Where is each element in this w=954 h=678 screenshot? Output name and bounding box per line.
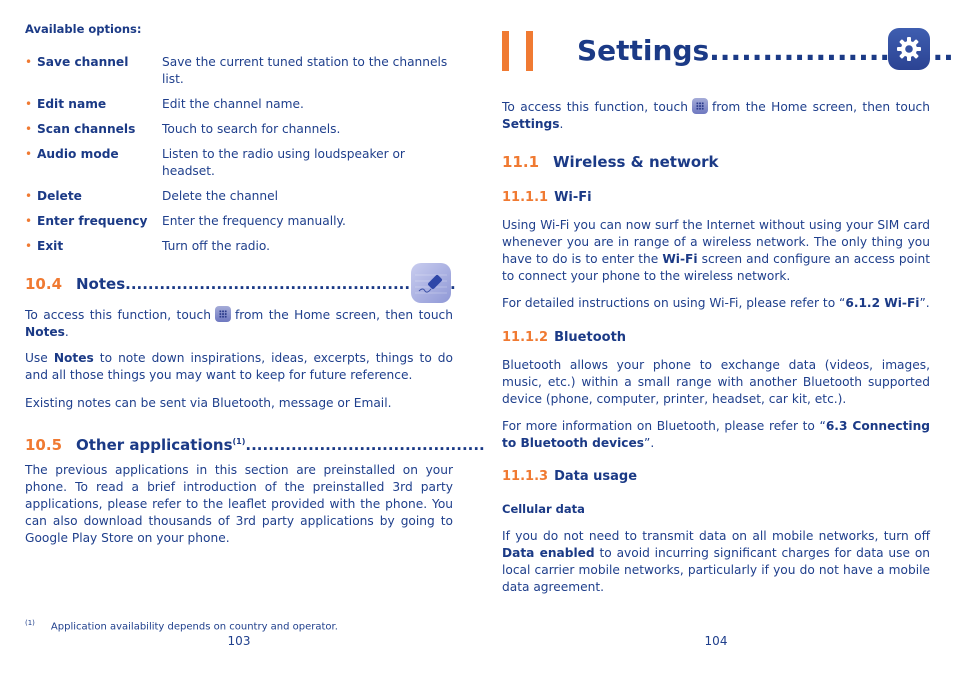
option-name: Exit (37, 239, 64, 253)
section-title: Other applications (76, 436, 233, 454)
subsection-title: Wi-Fi (554, 190, 592, 205)
subsection-number: 11.1.1 (502, 190, 549, 205)
subsection-heading-wifi: 11.1.1 Wi-Fi (502, 189, 592, 206)
notes-access-paragraph: To access this function, touch from the H… (25, 306, 453, 339)
text: ”. (919, 296, 930, 310)
option-name: Scan channels (37, 122, 136, 136)
wifi-reference-paragraph: For detailed instructions on using Wi-Fi… (502, 295, 930, 312)
option-desc: Turn off the radio. (162, 239, 271, 253)
subsection-heading-bluetooth: 11.1.2 Bluetooth (502, 329, 626, 346)
bullet-icon: • (25, 239, 33, 253)
text: from the Home screen, then touch (234, 308, 453, 322)
option-item: • Save channel Save the current tuned st… (25, 54, 453, 88)
settings-access-paragraph: To access this function, touch from the H… (502, 98, 930, 131)
chapter-title-text: Settings (577, 34, 710, 67)
option-item: • Scan channels Touch to search for chan… (25, 121, 453, 138)
subsection-title: Data usage (554, 469, 638, 484)
option-item: • Edit name Edit the channel name. (25, 96, 453, 113)
section-title: Notes (76, 275, 126, 293)
section-heading-wireless: 11.1 Wireless & network (502, 154, 719, 171)
option-item: • Enter frequency Enter the frequency ma… (25, 213, 453, 230)
option-item: • Exit Turn off the radio. (25, 238, 453, 255)
text: For more information on Bluetooth, pleas… (502, 419, 826, 433)
other-apps-paragraph: The previous applications in this sectio… (25, 463, 453, 545)
section-number: 11.1 (502, 153, 540, 171)
notes-share-paragraph: Existing notes can be sent via Bluetooth… (25, 396, 392, 410)
bullet-icon: • (25, 97, 33, 111)
page-number: 104 (704, 634, 728, 648)
bold-term: Settings (502, 117, 560, 131)
section-heading-notes: 10.4 Notes...............................… (25, 276, 456, 293)
wifi-paragraph: Using Wi-Fi you can now surf the Interne… (502, 217, 930, 285)
footnote-mark: (1) (25, 619, 35, 627)
option-name: Delete (37, 189, 82, 203)
bold-term: Data enabled (502, 546, 595, 560)
bullet-icon: • (25, 147, 33, 161)
option-desc: Touch to search for channels. (162, 122, 341, 136)
option-desc: Delete the channel (162, 189, 279, 203)
section-title: Wireless & network (553, 153, 719, 171)
bullet-icon: • (25, 55, 33, 69)
cellular-data-subheading: Cellular data (502, 502, 585, 516)
dot-leader: ........................................… (125, 275, 456, 293)
page-number: 103 (227, 634, 251, 648)
options-list: • Save channel Save the current tuned st… (25, 54, 453, 263)
bluetooth-reference-paragraph: For more information on Bluetooth, pleas… (502, 418, 930, 452)
available-options-title: Available options: (25, 22, 142, 36)
bold-term: Wi-Fi (662, 252, 698, 266)
footnote-mark: (1) (232, 437, 246, 446)
bluetooth-paragraph: Bluetooth allows your phone to exchange … (502, 358, 930, 406)
option-name: Enter frequency (37, 214, 148, 228)
chapter-digit-bar (526, 31, 533, 71)
option-item: • Audio mode Listen to the radio using l… (25, 146, 453, 180)
cross-reference: 6.1.2 Wi-Fi (845, 296, 920, 310)
section-heading-other-apps: 10.5 Other applications(1)...............… (25, 433, 485, 454)
dot-leader: ........................................… (245, 436, 485, 454)
notes-usage-paragraph: Use Notes to note down inspirations, ide… (25, 350, 453, 384)
text: from the Home screen, then touch (711, 100, 930, 114)
subsection-title: Bluetooth (554, 330, 627, 345)
text: To access this function, touch (25, 308, 211, 322)
option-item: • Delete Delete the channel (25, 188, 453, 205)
option-desc: Edit the channel name. (162, 97, 304, 111)
chapter-digit-bar (502, 31, 509, 71)
section-number: 10.5 (25, 436, 63, 454)
notes-app-icon (411, 263, 451, 303)
bullet-icon: • (25, 122, 33, 136)
apps-grid-icon (214, 306, 231, 322)
apps-grid-icon (691, 98, 708, 114)
section-number: 10.4 (25, 275, 63, 293)
subsection-number: 11.1.3 (502, 469, 549, 484)
option-desc: Save the current tuned station to the ch… (162, 55, 448, 86)
bold-term: Notes (25, 325, 65, 339)
settings-gear-icon (888, 28, 930, 70)
text: ”. (644, 436, 655, 450)
option-desc: Enter the frequency manually. (162, 214, 346, 228)
subsection-heading-data-usage: 11.1.3 Data usage (502, 468, 637, 485)
bullet-icon: • (25, 214, 33, 228)
text: For detailed instructions on using Wi-Fi… (502, 296, 846, 310)
chapter-number-11 (502, 31, 533, 71)
footnote-text: Application availability depends on coun… (50, 621, 338, 633)
subsection-number: 11.1.2 (502, 330, 549, 345)
option-name: Edit name (37, 97, 107, 111)
text: To access this function, touch (502, 100, 688, 114)
text: If you do not need to transmit data on a… (502, 529, 930, 543)
option-name: Save channel (37, 55, 129, 69)
data-usage-paragraph: If you do not need to transmit data on a… (502, 528, 930, 596)
bold-term: Notes (53, 351, 94, 365)
option-name: Audio mode (37, 147, 119, 161)
text: Use (25, 351, 48, 365)
option-desc: Listen to the radio using loudspeaker or… (162, 147, 405, 178)
bullet-icon: • (25, 189, 33, 203)
